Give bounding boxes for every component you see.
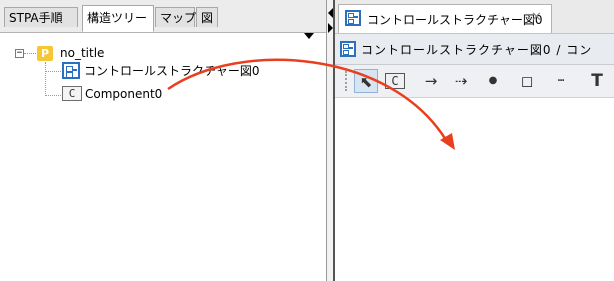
point-tool-icon[interactable]: ● (481, 69, 505, 93)
tab-structure-tree[interactable]: 構造ツリー (82, 5, 154, 32)
tab-label: 図 (201, 11, 214, 25)
left-tab-bar: STPA手順 構造ツリー マップ 図 (0, 0, 326, 33)
diagram-title-bar: コントロールストラクチャー図0 / コン (335, 34, 614, 65)
close-icon[interactable]: ✕ (531, 10, 542, 25)
component-icon: C (62, 86, 82, 101)
tree-item-label: コントロールストラクチャー図0 (84, 64, 260, 78)
note-tool-icon[interactable]: ◻ (515, 69, 539, 93)
structure-tree-pane: STPA手順 構造ツリー マップ 図 − P no_title コントロールスト… (0, 0, 327, 281)
editor-tab-control-structure[interactable]: コントロールストラクチャー図0 ✕ (338, 4, 552, 33)
tree-item-label: no_title (60, 46, 105, 60)
tab-stpa-procedure[interactable]: STPA手順 (4, 7, 78, 27)
diagram-title: コントロールストラクチャー図0 / コン (361, 43, 593, 57)
editor-tab-bar: コントロールストラクチャー図0 ✕ (335, 0, 614, 34)
diagram-canvas[interactable] (335, 98, 614, 281)
tab-label: マップ (160, 11, 197, 25)
pane-menu-dropdown-icon[interactable] (304, 33, 314, 39)
feedback-tool-icon[interactable]: ⇢ (449, 69, 473, 93)
editor-tab-label: コントロールストラクチャー図0 (367, 13, 543, 27)
component-tool-icon[interactable]: C (385, 73, 405, 89)
select-tool-icon[interactable]: ⬉ (354, 69, 378, 93)
control-structure-diagram-icon (340, 41, 356, 57)
tree-connector (45, 71, 61, 72)
tab-label: 構造ツリー (87, 11, 148, 25)
tab-diagram[interactable]: 図 (196, 7, 218, 27)
structure-tree: − P no_title コントロールストラクチャー図0 C Component… (0, 40, 326, 281)
toolbar-grip[interactable] (345, 71, 349, 91)
diagram-toolbar: ⬉ C → ⇢ ● ◻ ┅ T (335, 65, 614, 98)
collapse-icon[interactable]: − (15, 49, 24, 58)
project-icon: P (37, 46, 53, 61)
tree-connector (24, 53, 36, 54)
control-structure-diagram-icon (345, 10, 361, 26)
tree-connector (45, 95, 61, 96)
control-action-tool-icon[interactable]: → (419, 69, 443, 93)
dotted-line-tool-icon[interactable]: ┅ (549, 69, 573, 93)
tree-item-label: Component0 (85, 87, 163, 101)
text-tool-icon[interactable]: T (585, 69, 609, 93)
tree-connector (45, 62, 46, 96)
tab-label: STPA手順 (9, 11, 63, 25)
diagram-editor-pane: コントロールストラクチャー図0 ✕ コントロールストラクチャー図0 / コン ⬉… (335, 0, 614, 281)
tab-map[interactable]: マップ (155, 7, 197, 27)
control-structure-diagram-icon (62, 62, 80, 79)
